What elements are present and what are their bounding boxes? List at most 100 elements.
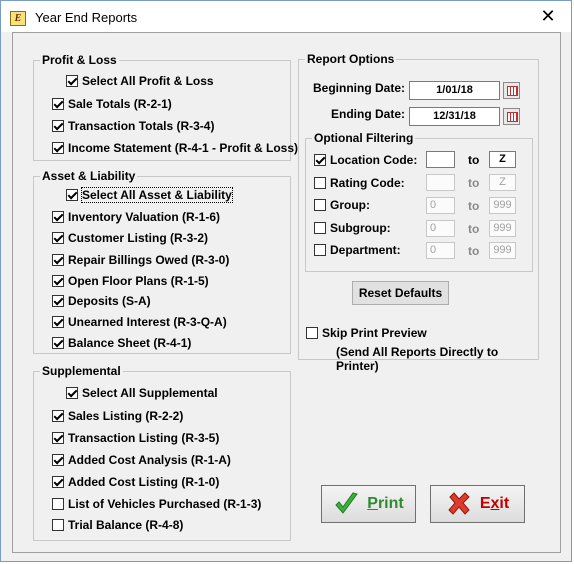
added-cost-listing-checkbox[interactable]: Added Cost Listing (R-1-0) — [52, 474, 219, 490]
to-label: to — [468, 153, 480, 167]
select-all-supplemental-checkbox[interactable]: Select All Supplemental — [66, 385, 218, 401]
to-label: to — [468, 222, 480, 236]
subgroup-checkbox[interactable]: Subgroup: — [314, 220, 391, 236]
repair-billings-owed-checkbox[interactable]: Repair Billings Owed (R-3-0) — [52, 252, 229, 268]
print-button[interactable]: Print — [321, 485, 416, 523]
checkbox-label: Income Statement (R-4-1 - Profit & Loss) — [68, 141, 299, 155]
checkbox-label: Sale Totals (R-2-1) — [68, 97, 172, 111]
checkbox-label: Transaction Totals (R-3-4) — [68, 119, 215, 133]
trial-balance-checkbox[interactable]: Trial Balance (R-4-8) — [52, 517, 183, 533]
location-code-from-input[interactable] — [426, 151, 455, 168]
exit-button-label: Exit — [480, 495, 509, 513]
checkbox-box[interactable] — [52, 519, 64, 531]
checkbox-label: Inventory Valuation (R-1-6) — [68, 210, 221, 224]
beginning-date-input[interactable]: 1/01/18 — [409, 81, 500, 100]
exit-button[interactable]: Exit — [430, 485, 525, 523]
skip-preview-note: (Send All Reports Directly to Printer) — [336, 345, 499, 373]
to-label: to — [468, 244, 480, 258]
title-bar: E Year End Reports ✕ — [1, 1, 571, 32]
checkbox-box[interactable] — [52, 98, 64, 110]
balance-sheet-checkbox[interactable]: Balance Sheet (R-4-1) — [52, 335, 191, 351]
location-code-to-input[interactable]: Z — [489, 151, 516, 168]
checkbox-box[interactable] — [314, 244, 326, 256]
select-all-asset-liability-checkbox[interactable]: Select All Asset & Liability — [66, 187, 233, 203]
sale-totals-checkbox[interactable]: Sale Totals (R-2-1) — [52, 96, 172, 112]
checkbox-box[interactable] — [52, 211, 64, 223]
group-to-input[interactable]: 999 — [489, 197, 516, 214]
checkbox-label: Added Cost Listing (R-1-0) — [68, 475, 220, 489]
subgroup-to-input[interactable]: 999 — [489, 220, 516, 237]
asset-liability-title: Asset & Liability — [40, 169, 138, 183]
income-statement-checkbox[interactable]: Income Statement (R-4-1 - Profit & Loss) — [52, 140, 298, 156]
added-cost-analysis-checkbox[interactable]: Added Cost Analysis (R-1-A) — [52, 452, 231, 468]
unearned-interest-checkbox[interactable]: Unearned Interest (R-3-Q-A) — [52, 314, 227, 330]
transaction-listing-checkbox[interactable]: Transaction Listing (R-3-5) — [52, 430, 219, 446]
checkbox-label: Customer Listing (R-3-2) — [68, 231, 209, 245]
checkbox-box[interactable] — [52, 232, 64, 244]
dialog-window: E Year End Reports ✕ Profit & Loss Selec… — [0, 0, 572, 562]
inventory-valuation-checkbox[interactable]: Inventory Valuation (R-1-6) — [52, 209, 220, 225]
to-label: to — [468, 176, 480, 190]
checkbox-label: Department: — [330, 243, 401, 257]
window-title: Year End Reports — [35, 10, 138, 25]
checkbox-box[interactable] — [52, 295, 64, 307]
close-button[interactable]: ✕ — [525, 1, 571, 32]
rating-code-checkbox[interactable]: Rating Code: — [314, 175, 405, 191]
supplemental-group: Supplemental Select All Supplemental Sal… — [33, 364, 291, 541]
checkbox-box[interactable] — [52, 498, 64, 510]
checkbox-label: Subgroup: — [330, 221, 391, 235]
checkbox-box[interactable] — [314, 199, 326, 211]
department-checkbox[interactable]: Department: — [314, 242, 401, 258]
department-to-input[interactable]: 999 — [489, 242, 516, 259]
checkbox-label: Balance Sheet (R-4-1) — [68, 336, 192, 350]
checkbox-label: Deposits (S-A) — [68, 294, 151, 308]
checkbox-box[interactable] — [52, 316, 64, 328]
checkbox-box[interactable] — [52, 454, 64, 466]
group-checkbox[interactable]: Group: — [314, 197, 370, 213]
checkbox-box[interactable] — [52, 476, 64, 488]
checkbox-label: Select All Asset & Liability — [81, 187, 233, 203]
calendar-icon[interactable] — [503, 108, 520, 125]
to-label: to — [468, 199, 480, 213]
checkbox-box[interactable] — [66, 189, 78, 201]
sales-listing-checkbox[interactable]: Sales Listing (R-2-2) — [52, 408, 183, 424]
profit-loss-group: Profit & Loss Select All Profit & Loss S… — [33, 53, 298, 161]
location-code-checkbox[interactable]: Location Code: — [314, 152, 417, 168]
checkbox-box[interactable] — [52, 275, 64, 287]
checkbox-box[interactable] — [314, 177, 326, 189]
rating-code-to-input[interactable]: Z — [489, 174, 516, 191]
calendar-icon[interactable] — [503, 82, 520, 99]
checkbox-box[interactable] — [52, 337, 64, 349]
ending-date-label: Ending Date: — [331, 107, 405, 121]
checkbox-label: Location Code: — [330, 153, 418, 167]
checkbox-box[interactable] — [66, 387, 78, 399]
rating-code-from-input[interactable] — [426, 174, 455, 191]
department-from-input[interactable]: 0 — [426, 242, 455, 259]
checkbox-box[interactable] — [306, 327, 318, 339]
transaction-totals-checkbox[interactable]: Transaction Totals (R-3-4) — [52, 118, 214, 134]
checkbox-box[interactable] — [52, 432, 64, 444]
select-all-profit-loss-checkbox[interactable]: Select All Profit & Loss — [66, 73, 214, 89]
subgroup-from-input[interactable]: 0 — [426, 220, 455, 237]
checkbox-box[interactable] — [52, 142, 64, 154]
vehicles-purchased-checkbox[interactable]: List of Vehicles Purchased (R-1-3) — [52, 496, 261, 512]
checkbox-box[interactable] — [52, 254, 64, 266]
checkbox-box[interactable] — [66, 75, 78, 87]
report-options-title: Report Options — [305, 52, 397, 66]
checkbox-box[interactable] — [314, 222, 326, 234]
reset-defaults-button[interactable]: Reset Defaults — [352, 281, 449, 305]
group-from-input[interactable]: 0 — [426, 197, 455, 214]
skip-print-preview-checkbox[interactable]: Skip Print Preview — [306, 325, 427, 341]
checkbox-box[interactable] — [52, 120, 64, 132]
open-floor-plans-checkbox[interactable]: Open Floor Plans (R-1-5) — [52, 273, 209, 289]
supplemental-title: Supplemental — [40, 364, 123, 378]
checkbox-box[interactable] — [52, 410, 64, 422]
profit-loss-title: Profit & Loss — [40, 53, 119, 67]
checkbox-label: Transaction Listing (R-3-5) — [68, 431, 220, 445]
deposits-checkbox[interactable]: Deposits (S-A) — [52, 293, 151, 309]
checkbox-box[interactable] — [314, 154, 326, 166]
exit-label-part: E — [479, 495, 491, 512]
ending-date-input[interactable]: 12/31/18 — [409, 107, 500, 126]
customer-listing-checkbox[interactable]: Customer Listing (R-3-2) — [52, 230, 208, 246]
dialog-body: Profit & Loss Select All Profit & Loss S… — [12, 32, 561, 553]
